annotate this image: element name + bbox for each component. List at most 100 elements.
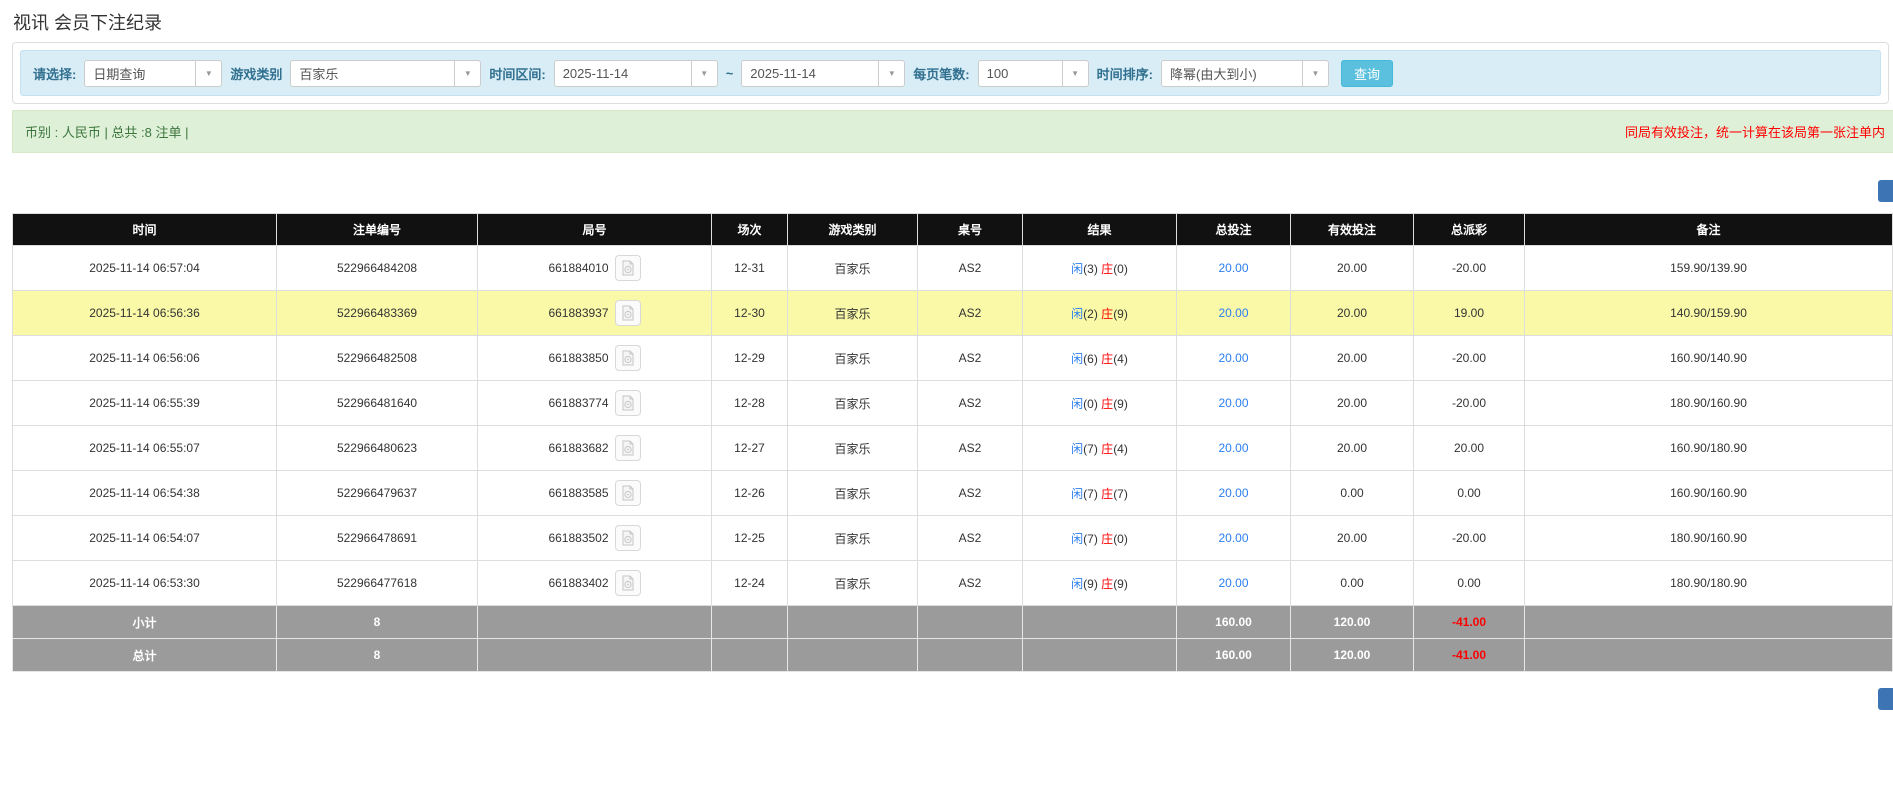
round-video-button[interactable] <box>614 435 641 461</box>
date-from-caret-button[interactable]: ▼ <box>690 59 718 87</box>
total-bet-link[interactable]: 20.00 <box>1218 396 1248 410</box>
game-type-combobox[interactable]: ▼ <box>290 59 482 87</box>
cell-time: 2025-11-14 06:56:06 <box>12 335 277 381</box>
valid-bet-notice-text: 同局有效投注，统一计算在该局第一张注单内 <box>1624 125 1885 140</box>
game-type-caret-button[interactable]: ▼ <box>454 59 482 87</box>
cell-result: 闲(7) 庄(0) <box>1022 515 1177 561</box>
cell-valid-bet: 20.00 <box>1290 515 1414 561</box>
round-id-text: 661883937 <box>548 306 609 320</box>
round-video-button[interactable] <box>614 570 641 596</box>
cell-table-no: AS2 <box>917 290 1023 336</box>
cell-session: 12-31 <box>711 245 788 291</box>
query-mode-input[interactable] <box>84 59 197 87</box>
round-video-button[interactable] <box>614 480 641 506</box>
cell-result: 闲(0) 庄(9) <box>1022 380 1177 426</box>
query-button[interactable]: 查询 <box>1340 59 1393 87</box>
result-banker-score: (0) <box>1113 261 1128 276</box>
cell-table-no: AS2 <box>917 470 1023 516</box>
cell-note: 160.90/180.90 <box>1524 425 1893 471</box>
total-bet-link[interactable]: 20.00 <box>1218 306 1248 320</box>
header-table-no: 桌号 <box>917 213 1023 246</box>
result-banker-score: (9) <box>1113 396 1128 411</box>
cell-payout: 0.00 <box>1413 470 1525 516</box>
date-from-input[interactable] <box>553 59 692 87</box>
game-type-input[interactable] <box>290 59 456 87</box>
total-bet-link[interactable]: 20.00 <box>1218 351 1248 365</box>
round-video-button[interactable] <box>614 255 641 281</box>
result-banker-label: 庄 <box>1101 441 1114 456</box>
edge-action-button-bottom[interactable] <box>1878 688 1893 710</box>
round-video-button[interactable] <box>614 390 641 416</box>
total-bet-link[interactable]: 20.00 <box>1218 531 1248 545</box>
sort-order-caret-button[interactable]: ▼ <box>1301 59 1329 87</box>
currency-total-text: 币别 : 人民币 | 总共 :8 注单 | <box>25 125 189 140</box>
edge-action-button-top[interactable] <box>1878 180 1893 202</box>
total-bet-link[interactable]: 20.00 <box>1218 576 1248 590</box>
cell-result: 闲(6) 庄(4) <box>1022 335 1177 381</box>
cell-valid-bet: 0.00 <box>1290 560 1414 606</box>
query-mode-caret-button[interactable]: ▼ <box>195 59 223 87</box>
cell-table-no: AS2 <box>917 335 1023 381</box>
cell-payout: -20.00 <box>1413 335 1525 381</box>
cell-game-type: 百家乐 <box>787 380 918 426</box>
header-session: 场次 <box>711 213 788 246</box>
date-to-caret-button[interactable]: ▼ <box>878 59 906 87</box>
page-size-label: 每页笔数: <box>913 66 970 82</box>
cell-result: 闲(3) 庄(0) <box>1022 245 1177 291</box>
cell-valid-bet: 20.00 <box>1290 290 1414 336</box>
page-size-caret-button[interactable]: ▼ <box>1061 59 1089 87</box>
cell-bet-id: 522966484208 <box>276 245 478 291</box>
cell-bet-id: 522966479637 <box>276 470 478 516</box>
table-row: 2025-11-14 06:54:38 522966479637 6618835… <box>12 470 1893 516</box>
total-count: 8 <box>276 638 478 672</box>
header-note: 备注 <box>1524 213 1893 246</box>
page-size-input[interactable] <box>977 59 1063 87</box>
total-label: 总计 <box>12 638 277 672</box>
video-file-icon <box>622 305 634 321</box>
result-banker-score: (4) <box>1113 441 1128 456</box>
cell-note: 159.90/139.90 <box>1524 245 1893 291</box>
video-file-icon <box>622 530 634 546</box>
round-video-button[interactable] <box>614 525 641 551</box>
date-to-input[interactable] <box>741 59 880 87</box>
round-video-button[interactable] <box>614 300 641 326</box>
header-valid-bet: 有效投注 <box>1290 213 1414 246</box>
query-mode-combobox[interactable]: ▼ <box>84 59 223 87</box>
sort-order-input[interactable] <box>1160 59 1303 87</box>
cell-total-bet: 20.00 <box>1176 335 1291 381</box>
round-video-button[interactable] <box>614 345 641 371</box>
round-id-text: 661883502 <box>548 531 609 545</box>
cell-game-type: 百家乐 <box>787 290 918 336</box>
cell-bet-id: 522966478691 <box>276 515 478 561</box>
cell-result: 闲(7) 庄(4) <box>1022 425 1177 471</box>
result-player-label: 闲 <box>1071 486 1084 501</box>
date-to-picker[interactable]: ▼ <box>741 59 906 87</box>
cell-bet-id: 522966483369 <box>276 290 478 336</box>
subtotal-count: 8 <box>276 605 478 639</box>
cell-session: 12-25 <box>711 515 788 561</box>
total-bet-link[interactable]: 20.00 <box>1218 441 1248 455</box>
round-id-text: 661883850 <box>548 351 609 365</box>
result-player-label: 闲 <box>1071 351 1084 366</box>
sort-order-combobox[interactable]: ▼ <box>1160 59 1329 87</box>
date-from-picker[interactable]: ▼ <box>553 59 718 87</box>
total-bet-link[interactable]: 20.00 <box>1218 261 1248 275</box>
header-payout: 总派彩 <box>1413 213 1525 246</box>
result-banker-label: 庄 <box>1101 396 1114 411</box>
filter-panel: 请选择: ▼ 游戏类别 ▼ 时间区间: ▼ ~ ▼ 每页笔数: ▼ 时间排序: … <box>12 42 1889 104</box>
cell-note: 180.90/160.90 <box>1524 515 1893 561</box>
cell-game-type: 百家乐 <box>787 560 918 606</box>
total-bet-link[interactable]: 20.00 <box>1218 486 1248 500</box>
cell-valid-bet: 20.00 <box>1290 425 1414 471</box>
page-size-combobox[interactable]: ▼ <box>977 59 1089 87</box>
cell-round-id: 661883682 <box>477 425 712 471</box>
table-row: 2025-11-14 06:53:30 522966477618 6618834… <box>12 560 1893 606</box>
round-id-text: 661883585 <box>548 486 609 500</box>
video-file-icon <box>622 485 634 501</box>
result-player-score: (3) <box>1083 261 1098 276</box>
result-player-label: 闲 <box>1071 576 1084 591</box>
table-header-row: 时间 注单编号 局号 场次 游戏类别 桌号 结果 总投注 有效投注 总派彩 备注 <box>12 213 1893 246</box>
filter-bar: 请选择: ▼ 游戏类别 ▼ 时间区间: ▼ ~ ▼ 每页笔数: ▼ 时间排序: … <box>20 50 1881 96</box>
header-bet-id: 注单编号 <box>276 213 478 246</box>
betting-records-table: 时间 注单编号 局号 场次 游戏类别 桌号 结果 总投注 有效投注 总派彩 备注… <box>12 213 1893 672</box>
